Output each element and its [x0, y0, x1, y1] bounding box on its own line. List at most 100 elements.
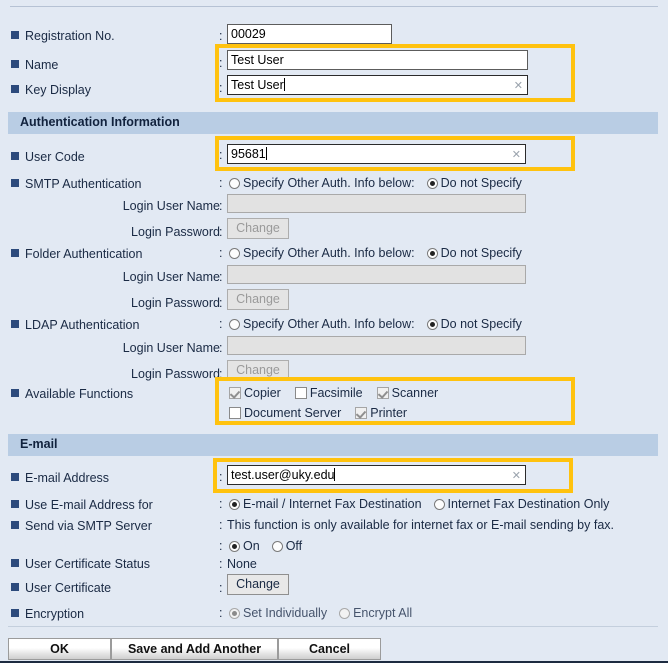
folder-login-password-label: Login Password	[131, 296, 220, 310]
colon-user-cert: :	[219, 581, 223, 595]
smtp-do-not-specify-radio[interactable]	[426, 178, 438, 189]
available-functions-label: Available Functions	[11, 387, 133, 401]
smtp-auth-radio-group[interactable]: Specify Other Auth. Info below: Do not Sp…	[229, 176, 534, 190]
colon-key-display: :	[219, 81, 223, 95]
text-caret	[283, 78, 285, 91]
colon-ldap-pass: :	[219, 367, 223, 381]
ldap-specify-radio[interactable]	[229, 319, 240, 330]
bullet-icon	[11, 559, 19, 567]
colon-registration: :	[219, 29, 223, 43]
ldap-change-password-button[interactable]: Change	[227, 360, 289, 381]
bullet-icon	[11, 473, 19, 481]
send-via-smtp-note: This function is only available for inte…	[227, 518, 614, 532]
clear-x-icon[interactable]: ✕	[512, 147, 521, 163]
document-server-checkbox[interactable]	[229, 407, 241, 419]
user-code-label: User Code	[11, 150, 85, 164]
bullet-icon	[11, 85, 19, 93]
text-caret	[334, 468, 336, 481]
printer-checkbox[interactable]	[355, 407, 368, 419]
colon-cert-status: :	[219, 557, 223, 571]
clear-x-icon[interactable]: ✕	[512, 468, 521, 484]
smtp-login-user-name-label: Login User Name	[122, 199, 220, 213]
text-caret	[265, 147, 267, 160]
colon-email: :	[219, 470, 223, 484]
printer-label: Printer	[370, 406, 408, 420]
user-code-input[interactable]: 95681 ✕	[227, 144, 526, 164]
colon-smtp-note: :	[219, 518, 223, 532]
bullet-icon	[11, 521, 19, 529]
user-certificate-label: User Certificate	[11, 581, 111, 595]
name-input[interactable]: Test User	[227, 50, 528, 70]
smtp-login-password-label: Login Password	[131, 225, 220, 239]
internet-fax-destination-only-radio[interactable]	[433, 499, 445, 510]
colon-smtp-pass: :	[219, 225, 223, 239]
colon-smtp-onoff: :	[219, 539, 223, 553]
ldap-do-not-specify-radio[interactable]	[426, 319, 438, 330]
smtp-login-user-name-input[interactable]	[227, 194, 526, 213]
colon-name: :	[219, 56, 223, 70]
key-display-input[interactable]: Test User ✕	[227, 75, 528, 95]
folder-do-not-specify-radio[interactable]	[426, 248, 438, 259]
available-functions-row-2[interactable]: Document Server Printer	[229, 406, 421, 420]
smtp-change-password-button[interactable]: Change	[227, 218, 289, 239]
facsimile-checkbox[interactable]	[294, 387, 307, 399]
user-certificate-status-label: User Certificate Status	[11, 557, 150, 571]
registration-no-input[interactable]: 00029	[227, 24, 392, 44]
folder-specify-label: Specify Other Auth. Info below:	[243, 246, 415, 260]
use-email-address-for-radio-group[interactable]: E-mail / Internet Fax Destination Interne…	[229, 497, 621, 511]
ldap-specify-label: Specify Other Auth. Info below:	[243, 317, 415, 331]
smtp-off-label: Off	[285, 539, 303, 553]
colon-folder: :	[219, 246, 223, 260]
clear-x-icon[interactable]: ✕	[514, 78, 523, 94]
bullet-icon	[11, 152, 19, 160]
colon-folder-user: :	[219, 270, 223, 284]
send-via-smtp-server-label: Send via SMTP Server	[11, 519, 152, 533]
ldap-login-user-name-input[interactable]	[227, 336, 526, 355]
folder-login-user-name-input[interactable]	[227, 265, 526, 284]
folder-auth-radio-group[interactable]: Specify Other Auth. Info below: Do not Sp…	[229, 246, 534, 260]
section-header-email: E-mail	[8, 434, 658, 456]
encryption-label: Encryption	[11, 607, 84, 621]
bullet-icon	[11, 583, 19, 591]
user-certificate-change-button[interactable]: Change	[227, 574, 289, 595]
folder-change-password-button[interactable]: Change	[227, 289, 289, 310]
smtp-on-label: On	[243, 539, 260, 553]
folder-specify-radio[interactable]	[229, 248, 240, 259]
colon-user-code: :	[219, 148, 223, 162]
smtp-do-not-specify-label: Do not Specify	[440, 176, 522, 190]
document-server-label: Document Server	[244, 406, 342, 420]
smtp-off-radio[interactable]	[271, 541, 283, 552]
top-divider	[10, 6, 658, 7]
email-address-input[interactable]: test.user@uky.edu ✕	[227, 465, 526, 485]
colon-encryption: :	[219, 606, 223, 620]
facsimile-label: Facsimile	[309, 386, 363, 400]
smtp-specify-radio[interactable]	[229, 178, 240, 189]
encryption-radio-group[interactable]: Set Individually Encrypt All	[229, 606, 424, 620]
set-individually-label: Set Individually	[243, 606, 328, 620]
key-display-label: Key Display	[11, 83, 91, 97]
internet-fax-destination-only-label: Internet Fax Destination Only	[447, 497, 610, 511]
encrypt-all-radio[interactable]	[339, 608, 351, 619]
scanner-label: Scanner	[391, 386, 439, 400]
copier-checkbox[interactable]	[229, 387, 241, 399]
email-internet-fax-destination-radio[interactable]	[229, 499, 240, 510]
folder-do-not-specify-label: Do not Specify	[440, 246, 522, 260]
smtp-on-radio[interactable]	[229, 541, 240, 552]
name-label: Name	[11, 58, 58, 72]
colon-ldap-user: :	[219, 341, 223, 355]
ok-button[interactable]: OK	[8, 638, 111, 660]
colon-smtp: :	[219, 176, 223, 190]
use-email-address-for-label: Use E-mail Address for	[11, 498, 153, 512]
set-individually-radio[interactable]	[229, 608, 240, 619]
scanner-checkbox[interactable]	[376, 387, 389, 399]
available-functions-row-1[interactable]: Copier Facsimile Scanner	[229, 386, 452, 400]
bottom-divider	[8, 626, 658, 627]
ldap-auth-radio-group[interactable]: Specify Other Auth. Info below: Do not Sp…	[229, 317, 534, 331]
save-and-add-another-button[interactable]: Save and Add Another	[111, 638, 278, 660]
send-via-smtp-radio-group[interactable]: On Off	[229, 539, 314, 553]
ldap-authentication-label: LDAP Authentication	[11, 318, 139, 332]
ldap-login-password-label: Login Password	[131, 367, 220, 381]
cancel-button[interactable]: Cancel	[278, 638, 381, 660]
bullet-icon	[11, 609, 19, 617]
bullet-icon	[11, 249, 19, 257]
